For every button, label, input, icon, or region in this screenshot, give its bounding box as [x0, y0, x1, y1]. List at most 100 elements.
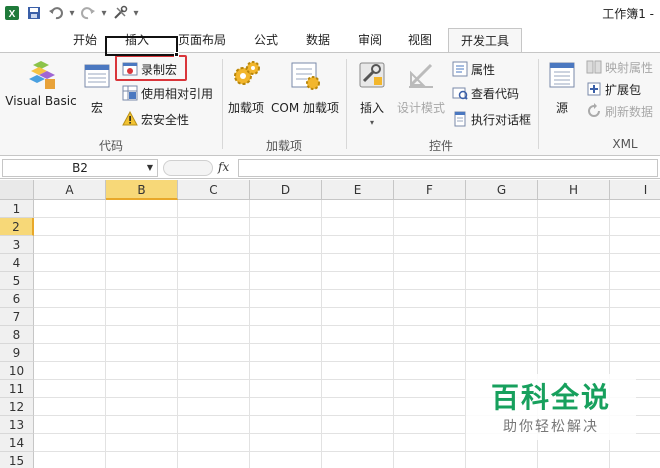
redo-icon[interactable]: [78, 3, 98, 23]
row-header[interactable]: 13: [0, 416, 34, 434]
row-header[interactable]: 2: [0, 218, 34, 236]
xml-source-label: 源: [555, 101, 568, 115]
row-header[interactable]: 3: [0, 236, 34, 254]
insert-control-label: 插入: [359, 101, 384, 115]
column-header[interactable]: I: [610, 180, 660, 200]
xml-source-button[interactable]: 源: [544, 59, 580, 116]
grid-row-line: [34, 361, 660, 362]
row-header[interactable]: 5: [0, 272, 34, 290]
title-bar: X ▾ ▾ ▾ 工作簿1 -: [0, 0, 660, 26]
column-header[interactable]: F: [394, 180, 466, 200]
map-properties-label: 映射属性: [605, 60, 654, 75]
column-header[interactable]: A: [34, 180, 106, 200]
ribbon: Visual Basic 宏 录制宏 使用相对引用 宏安全性 代码 加载项 CO…: [0, 52, 660, 156]
row-header[interactable]: 12: [0, 398, 34, 416]
grid-column-line: [393, 200, 394, 468]
toolbox-icon: [359, 62, 385, 88]
relative-references-button[interactable]: 使用相对引用: [122, 83, 213, 103]
selected-cell[interactable]: [105, 36, 178, 56]
row-header[interactable]: 11: [0, 380, 34, 398]
tab-home[interactable]: 开始: [62, 28, 108, 52]
properties-button[interactable]: 属性: [452, 59, 495, 79]
macro-security-button[interactable]: 宏安全性: [122, 109, 189, 129]
row-header[interactable]: 4: [0, 254, 34, 272]
formula-bar: B2 ▼ fx: [0, 157, 660, 179]
fill-handle[interactable]: [174, 52, 179, 57]
tab-developer[interactable]: 开发工具: [448, 28, 522, 52]
relative-references-icon: [122, 85, 138, 101]
tab-formulas[interactable]: 公式: [244, 28, 288, 52]
insert-control-button[interactable]: 插入 ▾: [352, 59, 392, 127]
expansion-packs-button[interactable]: 扩展包: [586, 79, 641, 99]
xml-group-label: XML: [612, 137, 638, 151]
row-header[interactable]: 10: [0, 362, 34, 380]
design-mode-label: 设计模式: [396, 101, 445, 115]
grid-row-line: [34, 235, 660, 236]
column-header[interactable]: G: [466, 180, 538, 200]
gear-icon: [234, 61, 260, 85]
controls-group-label: 控件: [428, 139, 453, 153]
grid-row-line: [34, 307, 660, 308]
properties-label: 属性: [471, 62, 496, 77]
addins-button[interactable]: 加载项: [226, 59, 266, 116]
visual-basic-button[interactable]: Visual Basic: [5, 59, 77, 108]
grid-column-line: [177, 200, 178, 468]
map-properties-button[interactable]: 映射属性: [586, 57, 653, 77]
row-header[interactable]: 1: [0, 200, 34, 218]
grid-row-line: [34, 271, 660, 272]
row-header[interactable]: 14: [0, 434, 34, 452]
redo-dropdown-icon[interactable]: ▾: [100, 8, 108, 19]
xml-source-icon: [549, 62, 575, 88]
name-box[interactable]: B2 ▼: [2, 159, 158, 177]
row-header[interactable]: 7: [0, 308, 34, 326]
grid-row-line: [34, 217, 660, 218]
undo-dropdown-icon[interactable]: ▾: [68, 8, 76, 19]
com-addins-icon: [291, 62, 320, 90]
watermark: 百科全说 助你轻松解决: [466, 374, 636, 440]
run-dialog-label: 执行对话框: [471, 112, 532, 127]
com-addins-button[interactable]: COM 加载项: [270, 59, 340, 116]
row-header[interactable]: 6: [0, 290, 34, 308]
column-header[interactable]: C: [178, 180, 250, 200]
group-divider: [222, 59, 223, 149]
properties-icon: [452, 61, 468, 77]
insert-function-button[interactable]: fx: [218, 160, 229, 174]
macros-icon: [84, 64, 110, 88]
macro-security-label: 宏安全性: [141, 112, 190, 127]
watermark-subtitle: 助你轻松解决: [503, 419, 599, 435]
column-header[interactable]: B: [106, 180, 178, 200]
undo-icon[interactable]: [46, 3, 66, 23]
select-all-corner[interactable]: [0, 180, 34, 200]
row-header[interactable]: 9: [0, 344, 34, 362]
customize-qat-icon[interactable]: ▾: [132, 8, 140, 19]
design-mode-icon: [409, 63, 433, 88]
addins-group-label: 加载项: [265, 139, 302, 153]
tab-review[interactable]: 审阅: [348, 28, 392, 52]
tab-view[interactable]: 视图: [398, 28, 442, 52]
row-header[interactable]: 15: [0, 452, 34, 468]
run-dialog-button[interactable]: 执行对话框: [452, 109, 531, 129]
view-code-icon: [452, 87, 468, 100]
column-header[interactable]: E: [322, 180, 394, 200]
macros-button[interactable]: 宏: [82, 59, 112, 116]
formula-input[interactable]: [238, 159, 658, 177]
grid-row-line: [34, 325, 660, 326]
grid-row-line: [34, 451, 660, 452]
row-header[interactable]: 8: [0, 326, 34, 344]
excel-logo-icon: X: [2, 3, 22, 23]
refresh-data-button[interactable]: 刷新数据: [586, 101, 653, 121]
name-box-dropdown-icon[interactable]: ▼: [147, 160, 153, 176]
tools-icon[interactable]: [110, 3, 130, 23]
group-divider: [346, 59, 347, 149]
com-addins-label: COM 加载项: [271, 101, 339, 115]
column-header[interactable]: H: [538, 180, 610, 200]
view-code-button[interactable]: 查看代码: [452, 83, 519, 103]
grid-row-line: [34, 253, 660, 254]
save-icon[interactable]: [24, 3, 44, 23]
tab-data[interactable]: 数据: [296, 28, 340, 52]
refresh-icon: [588, 103, 600, 117]
column-header[interactable]: D: [250, 180, 322, 200]
tab-page-layout[interactable]: 页面布局: [170, 28, 234, 52]
visual-basic-icon: [29, 61, 55, 89]
design-mode-button[interactable]: 设计模式: [394, 59, 448, 116]
